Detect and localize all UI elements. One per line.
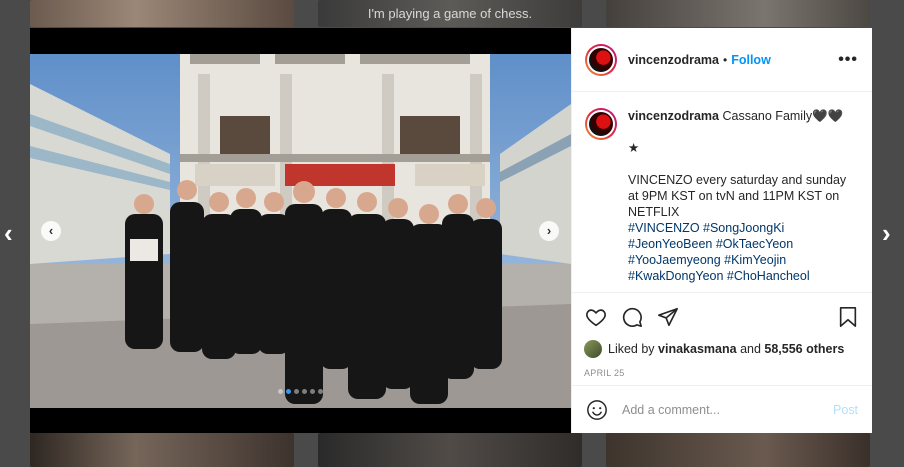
share-icon[interactable] [656, 305, 680, 329]
bookmark-icon[interactable] [836, 305, 860, 329]
caption-star: ★ [628, 141, 640, 155]
likes-middle: and [740, 342, 761, 356]
caption-line: NETFLIX [628, 205, 680, 219]
post-media: ‹ › [30, 28, 571, 433]
avatar[interactable] [585, 108, 617, 140]
next-post-arrow[interactable]: › [882, 220, 891, 246]
hashtag-line[interactable]: #KwakDongYeon #ChoHancheol [628, 268, 858, 284]
action-icon-row [584, 301, 860, 333]
post-photo[interactable] [30, 54, 571, 408]
username-link[interactable]: vincenzodrama [628, 53, 719, 67]
background-post-thumbnail [30, 433, 294, 467]
post-comment-button[interactable]: Post [833, 403, 858, 417]
avatar-image [587, 45, 615, 74]
liker-username-link[interactable]: vinakasmana [658, 342, 737, 356]
liker-avatar[interactable] [584, 340, 602, 358]
background-post-thumbnail: I'm playing a game of chess. [318, 0, 582, 27]
carousel-dot [294, 389, 299, 394]
more-options-icon[interactable]: ••• [838, 51, 858, 69]
likes-prefix: Liked by [608, 342, 655, 356]
caption-text: vincenzodrama Cassano Family🖤🖤 ★ VINCENZ… [628, 108, 858, 292]
likes-count-link[interactable]: 58,556 others [764, 342, 844, 356]
background-post-thumbnail [606, 0, 870, 27]
background-video-caption: I'm playing a game of chess. [367, 6, 533, 21]
caption-area: vincenzodrama Cassano Family🖤🖤 ★ VINCENZ… [572, 92, 872, 292]
caption-line: at 9PM KST on tvN and 11PM KST on [628, 189, 840, 203]
post-actions: Liked by vinakasmana and 58,556 others A… [572, 292, 872, 378]
heart-icon[interactable] [584, 305, 608, 329]
previous-post-arrow[interactable]: ‹ [4, 220, 13, 246]
post-sidebar: vincenzodrama • Follow ••• vincenzodrama… [571, 28, 872, 433]
emoji-icon[interactable] [586, 399, 608, 421]
separator-dot: • [723, 52, 728, 67]
likes-summary: Liked by vinakasmana and 58,556 others [584, 340, 860, 358]
post-modal: ‹ › vincenzodrama • Follow ••• vincenzod… [30, 28, 872, 433]
carousel-dot [310, 389, 315, 394]
carousel-prev-button[interactable]: ‹ [41, 221, 61, 241]
comment-input[interactable] [620, 401, 833, 418]
hashtag-line[interactable]: #VINCENZO #SongJoongKi [628, 220, 858, 236]
avatar-image [587, 110, 615, 138]
carousel-indicator [30, 389, 571, 394]
follow-button[interactable]: Follow [731, 53, 771, 67]
carousel-dot [302, 389, 307, 394]
carousel-dot [286, 389, 291, 394]
hashtag-line[interactable]: #JeonYeoBeen #OkTaecYeon [628, 236, 858, 252]
background-post-thumbnail [30, 0, 294, 27]
background-post-thumbnail [318, 433, 582, 467]
comment-bar: Post [572, 385, 872, 433]
group-photo-illustration [30, 54, 571, 408]
carousel-dot [278, 389, 283, 394]
caption-username-link[interactable]: vincenzodrama [628, 109, 719, 123]
caption-title: Cassano Family🖤🖤 [722, 109, 844, 123]
post-date[interactable]: APRIL 25 [584, 368, 860, 378]
avatar[interactable] [585, 43, 617, 76]
carousel-next-button[interactable]: › [539, 221, 559, 241]
comment-icon[interactable] [620, 305, 644, 329]
caption-line: VINCENZO every saturday and sunday [628, 173, 847, 187]
hashtag-line[interactable]: #YooJaemyeong #KimYeojin [628, 252, 858, 268]
background-post-thumbnail [606, 433, 870, 467]
post-header: vincenzodrama • Follow ••• [572, 28, 872, 92]
carousel-dot [318, 389, 323, 394]
